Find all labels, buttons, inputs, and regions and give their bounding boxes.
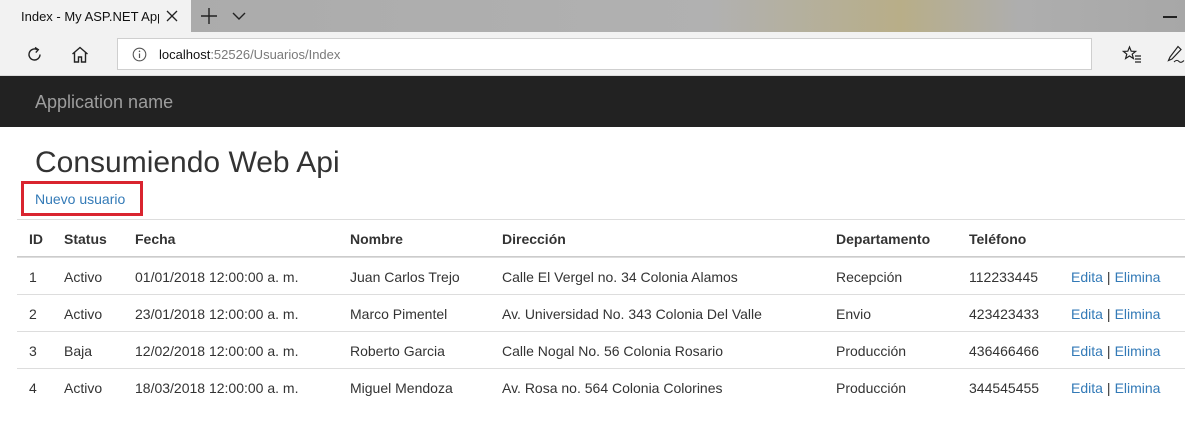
cell-id: 4 bbox=[29, 380, 37, 396]
table-header-row: ID Status Fecha Nombre Dirección Departa… bbox=[17, 219, 1185, 257]
table-row: 1 Activo 01/01/2018 12:00:00 a. m. Juan … bbox=[17, 257, 1185, 294]
cell-fecha: 12/02/2018 12:00:00 a. m. bbox=[135, 343, 299, 359]
cell-status: Activo bbox=[64, 306, 103, 322]
cell-fecha: 01/01/2018 12:00:00 a. m. bbox=[135, 269, 299, 285]
browser-tab[interactable]: Index - My ASP.NET App bbox=[0, 0, 191, 32]
page-title: Consumiendo Web Api bbox=[35, 146, 340, 179]
url-host: localhost bbox=[159, 47, 211, 62]
cell-status: Baja bbox=[64, 343, 93, 359]
cell-telefono: 112233445 bbox=[969, 269, 1039, 285]
cell-telefono: 344545455 bbox=[969, 380, 1040, 396]
row-actions: Edita | Elimina bbox=[1071, 268, 1160, 286]
new-user-link[interactable]: Nuevo usuario bbox=[35, 190, 125, 208]
table-row: 2 Activo 23/01/2018 12:00:00 a. m. Marco… bbox=[17, 294, 1185, 331]
row-actions: Edita | Elimina bbox=[1071, 342, 1160, 360]
column-header-id: ID bbox=[29, 231, 43, 247]
action-separator: | bbox=[1106, 269, 1111, 285]
edit-link[interactable]: Edita bbox=[1071, 343, 1103, 359]
url-path: :52526/Usuarios/Index bbox=[210, 47, 341, 62]
cell-nombre: Juan Carlos Trejo bbox=[350, 269, 460, 285]
close-icon[interactable] bbox=[165, 9, 179, 23]
pen-icon[interactable] bbox=[1166, 44, 1185, 64]
address-bar[interactable]: localhost:52526/Usuarios/Index bbox=[117, 38, 1092, 70]
cell-telefono: 436466466 bbox=[969, 343, 1040, 359]
favorites-icon[interactable] bbox=[1122, 45, 1142, 64]
cell-id: 3 bbox=[29, 343, 37, 359]
delete-link[interactable]: Elimina bbox=[1115, 269, 1161, 285]
cell-telefono: 423423433 bbox=[969, 306, 1040, 322]
app-navbar: Application name bbox=[0, 76, 1185, 127]
browser-navigation-bar: localhost:52526/Usuarios/Index bbox=[0, 32, 1185, 76]
tab-title: Index - My ASP.NET App bbox=[21, 9, 159, 24]
delete-link[interactable]: Elimina bbox=[1115, 343, 1161, 359]
cell-fecha: 23/01/2018 12:00:00 a. m. bbox=[135, 306, 299, 322]
row-actions: Edita | Elimina bbox=[1071, 305, 1160, 323]
edit-link[interactable]: Edita bbox=[1071, 269, 1103, 285]
chevron-down-icon[interactable] bbox=[231, 9, 247, 23]
cell-status: Activo bbox=[64, 380, 103, 396]
column-header-status: Status bbox=[64, 231, 107, 247]
refresh-icon[interactable] bbox=[25, 45, 44, 64]
cell-nombre: Miguel Mendoza bbox=[350, 380, 453, 396]
cell-id: 1 bbox=[29, 269, 37, 285]
cell-departamento: Producción bbox=[836, 380, 907, 396]
cell-nombre: Marco Pimentel bbox=[350, 306, 448, 322]
delete-link[interactable]: Elimina bbox=[1115, 306, 1161, 322]
info-icon[interactable] bbox=[132, 47, 147, 62]
column-header-direccion: Dirección bbox=[502, 231, 566, 247]
column-header-telefono: Teléfono bbox=[969, 231, 1027, 247]
cell-departamento: Producción bbox=[836, 343, 907, 359]
url-text[interactable]: localhost:52526/Usuarios/Index bbox=[159, 46, 340, 64]
action-separator: | bbox=[1106, 343, 1111, 359]
cell-departamento: Recepción bbox=[836, 269, 903, 285]
minimize-button[interactable] bbox=[1163, 16, 1177, 18]
column-header-fecha: Fecha bbox=[135, 231, 176, 247]
delete-link[interactable]: Elimina bbox=[1115, 380, 1161, 396]
column-header-departamento: Departamento bbox=[836, 231, 931, 247]
cell-direccion: Calle El Vergel no. 34 Colonia Alamos bbox=[502, 269, 738, 285]
edit-link[interactable]: Edita bbox=[1071, 306, 1103, 322]
users-table: ID Status Fecha Nombre Dirección Departa… bbox=[17, 219, 1185, 405]
plus-icon[interactable] bbox=[199, 6, 219, 26]
table-row: 3 Baja 12/02/2018 12:00:00 a. m. Roberto… bbox=[17, 331, 1185, 368]
column-header-nombre: Nombre bbox=[350, 231, 403, 247]
home-icon[interactable] bbox=[70, 45, 90, 64]
browser-tab-strip: Index - My ASP.NET App bbox=[0, 0, 1185, 32]
row-actions: Edita | Elimina bbox=[1071, 379, 1160, 397]
table-row: 4 Activo 18/03/2018 12:00:00 a. m. Migue… bbox=[17, 368, 1185, 405]
app-name-link[interactable]: Application name bbox=[35, 91, 173, 113]
edit-link[interactable]: Edita bbox=[1071, 380, 1103, 396]
cell-direccion: Calle Nogal No. 56 Colonia Rosario bbox=[502, 343, 724, 359]
cell-direccion: Av. Universidad No. 343 Colonia Del Vall… bbox=[502, 306, 762, 322]
cell-fecha: 18/03/2018 12:00:00 a. m. bbox=[135, 380, 299, 396]
cell-departamento: Envio bbox=[836, 306, 872, 322]
cell-nombre: Roberto Garcia bbox=[350, 343, 445, 359]
action-separator: | bbox=[1106, 380, 1111, 396]
cell-direccion: Av. Rosa no. 564 Colonia Colorines bbox=[502, 380, 723, 396]
action-separator: | bbox=[1106, 306, 1111, 322]
cell-id: 2 bbox=[29, 306, 37, 322]
cell-status: Activo bbox=[64, 269, 103, 285]
